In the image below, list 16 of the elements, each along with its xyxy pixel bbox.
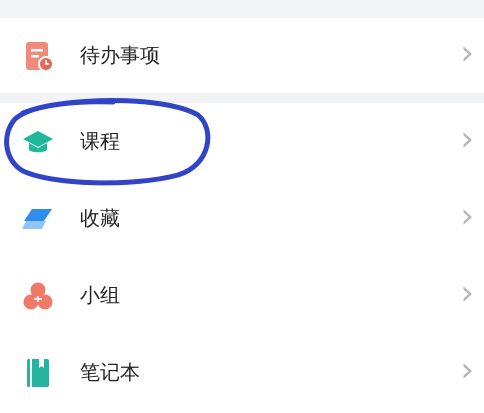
chevron-icon: › [460, 353, 474, 392]
menu-row[interactable]: 待办事项 › [0, 18, 484, 93]
chevron-icon: › [460, 36, 474, 75]
menu-label: 收藏 [80, 205, 121, 232]
menu-row[interactable]: 小组 › [0, 257, 484, 334]
menu-label: 小组 [80, 282, 121, 309]
chevron-icon: › [460, 199, 474, 238]
chevron-icon: › [460, 122, 474, 161]
menu-row[interactable]: 课程 › [0, 103, 484, 180]
chevron-icon: › [460, 276, 474, 315]
menu-label: 课程 [80, 128, 121, 155]
menu-row[interactable]: 收藏 › [0, 180, 484, 257]
menu-label: 待办事项 [80, 42, 161, 69]
menu-row[interactable]: 笔记本 › [0, 334, 484, 411]
circles-icon [22, 280, 54, 312]
menu-label: 笔记本 [80, 359, 141, 386]
